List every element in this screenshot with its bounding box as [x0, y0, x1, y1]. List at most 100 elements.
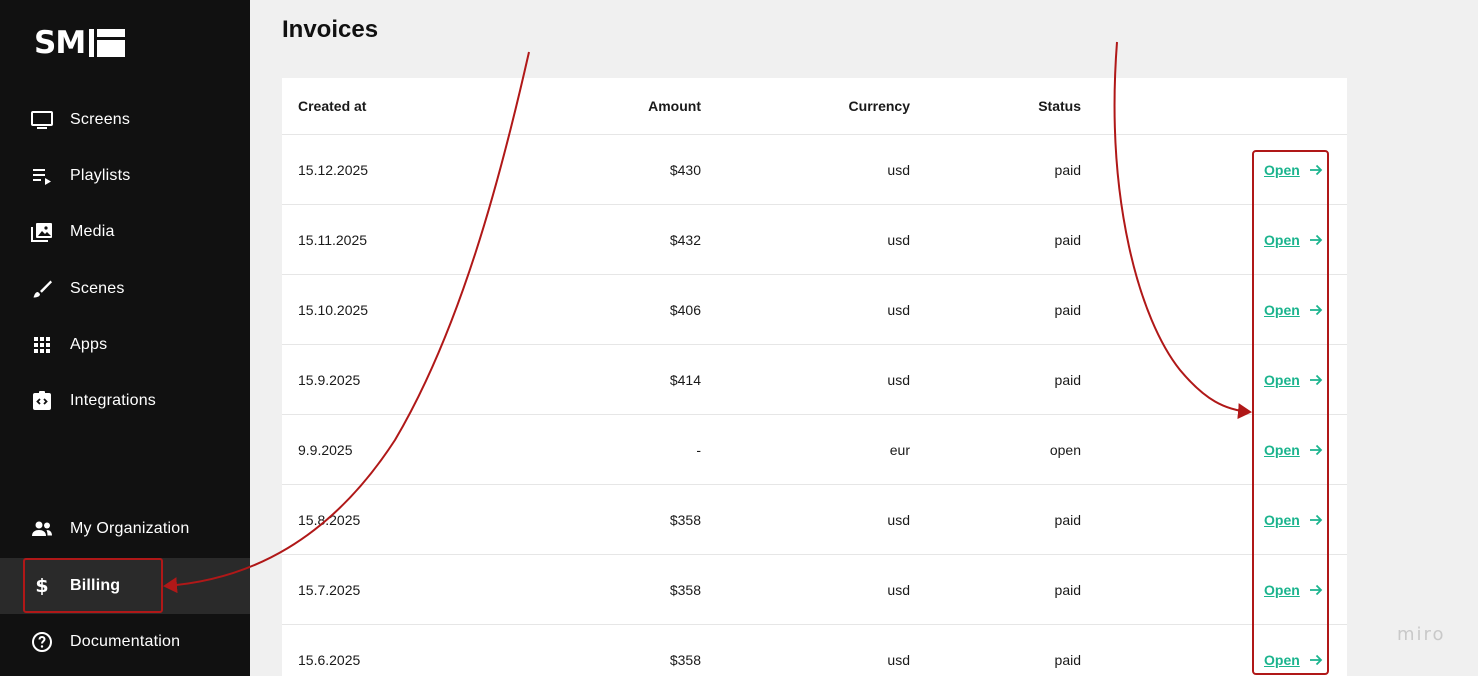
- open-invoice-link[interactable]: Open: [1264, 582, 1324, 598]
- arrow-right-icon: [1309, 514, 1323, 525]
- column-header-created-at[interactable]: Created at: [298, 98, 366, 114]
- table-row: 15.6.2025 $358 usd paid Open: [282, 625, 1347, 676]
- open-invoice-link[interactable]: Open: [1264, 302, 1324, 318]
- cell-created-at: 15.7.2025: [298, 581, 361, 598]
- sidebar-item-label: Apps: [70, 336, 108, 353]
- arrow-right-icon: [1309, 304, 1323, 315]
- cell-amount: $406: [669, 301, 701, 318]
- cell-status: open: [1049, 441, 1081, 458]
- column-header-currency[interactable]: Currency: [849, 98, 910, 114]
- arrow-right-icon: [1309, 654, 1323, 665]
- sidebar-item-apps[interactable]: Apps: [0, 317, 250, 373]
- svg-text:$: $: [35, 575, 48, 597]
- open-invoice-link[interactable]: Open: [1264, 512, 1324, 528]
- sidebar-item-label: Billing: [70, 577, 121, 594]
- cell-currency: usd: [887, 581, 910, 598]
- column-header-status[interactable]: Status: [1038, 98, 1081, 114]
- people-icon: [30, 517, 54, 541]
- sidebar-item-label: Documentation: [70, 633, 181, 650]
- cell-currency: usd: [887, 301, 910, 318]
- brush-icon: [30, 277, 54, 301]
- sidebar-item-integrations[interactable]: Integrations: [0, 373, 250, 429]
- integration-icon: [30, 389, 54, 413]
- open-invoice-link[interactable]: Open: [1264, 162, 1324, 178]
- table-header-row: Created at Amount Currency Status: [282, 78, 1347, 135]
- sidebar-item-media[interactable]: Media: [0, 204, 250, 260]
- cell-amount: $432: [669, 231, 701, 248]
- sidebar-item-label: Playlists: [70, 167, 131, 184]
- main-content: Invoices Created at Amount Currency Stat…: [250, 0, 1478, 676]
- cell-created-at: 15.6.2025: [298, 651, 361, 668]
- invoices-table: Created at Amount Currency Status 15.12.…: [282, 78, 1347, 676]
- open-invoice-link[interactable]: Open: [1264, 232, 1324, 248]
- cell-created-at: 15.8.2025: [298, 511, 361, 528]
- photo-library-icon: [30, 220, 54, 244]
- sidebar-item-documentation[interactable]: Documentation: [0, 614, 250, 670]
- cell-created-at: 15.11.2025: [298, 231, 368, 248]
- cell-status: paid: [1054, 301, 1081, 318]
- grid-apps-icon: [30, 333, 54, 357]
- cell-status: paid: [1054, 231, 1081, 248]
- logo-text: SM: [34, 25, 86, 61]
- sidebar-item-playlists[interactable]: Playlists: [0, 148, 250, 204]
- open-link-label[interactable]: Open: [1264, 512, 1300, 528]
- open-link-label[interactable]: Open: [1264, 372, 1300, 388]
- cell-currency: usd: [887, 371, 910, 388]
- cell-amount: $430: [669, 161, 701, 178]
- cell-amount: -: [696, 441, 701, 458]
- cell-amount: $358: [669, 511, 701, 528]
- open-invoice-link[interactable]: Open: [1264, 442, 1324, 458]
- sidebar-item-scenes[interactable]: Scenes: [0, 261, 250, 317]
- arrow-right-icon: [1309, 374, 1323, 385]
- table-row: 15.12.2025 $430 usd paid Open: [282, 135, 1347, 205]
- sidebar-item-label: Media: [70, 223, 115, 240]
- help-circle-icon: [30, 630, 54, 654]
- cell-status: paid: [1054, 371, 1081, 388]
- table-row: 15.8.2025 $358 usd paid Open: [282, 485, 1347, 555]
- open-link-label[interactable]: Open: [1264, 582, 1300, 598]
- cell-currency: usd: [887, 161, 910, 178]
- table-row: 9.9.2025 - eur open Open: [282, 415, 1347, 485]
- cell-status: paid: [1054, 581, 1081, 598]
- app-window: SM Screens Playlists Media Scenes Apps I…: [0, 0, 1478, 676]
- cell-amount: $358: [669, 581, 701, 598]
- cell-created-at: 9.9.2025: [298, 441, 353, 458]
- open-link-label[interactable]: Open: [1264, 232, 1300, 248]
- cell-status: paid: [1054, 651, 1081, 668]
- cell-currency: eur: [889, 441, 910, 458]
- sidebar: SM Screens Playlists Media Scenes Apps I…: [0, 0, 250, 676]
- table-row: 15.9.2025 $414 usd paid Open: [282, 345, 1347, 415]
- open-invoice-link[interactable]: Open: [1264, 372, 1324, 388]
- open-link-label[interactable]: Open: [1264, 302, 1300, 318]
- page-title: Invoices: [282, 16, 379, 43]
- open-link-label[interactable]: Open: [1264, 652, 1300, 668]
- table-row: 15.10.2025 $406 usd paid Open: [282, 275, 1347, 345]
- table-row: 15.11.2025 $432 usd paid Open: [282, 205, 1347, 275]
- arrow-right-icon: [1309, 234, 1323, 245]
- cell-amount: $414: [669, 371, 701, 388]
- brand-logo[interactable]: SM: [34, 25, 126, 61]
- open-link-label[interactable]: Open: [1264, 442, 1300, 458]
- cell-status: paid: [1054, 511, 1081, 528]
- cell-currency: usd: [887, 651, 910, 668]
- column-header-amount[interactable]: Amount: [648, 98, 701, 114]
- arrow-right-icon: [1309, 584, 1323, 595]
- cell-amount: $358: [669, 651, 701, 668]
- cell-created-at: 15.10.2025: [298, 301, 369, 318]
- monitor-icon: [30, 108, 54, 132]
- cell-currency: usd: [887, 231, 910, 248]
- arrow-right-icon: [1309, 444, 1323, 455]
- cell-created-at: 15.9.2025: [298, 371, 361, 388]
- sidebar-item-label: Scenes: [70, 280, 125, 297]
- playlist-icon: [30, 164, 54, 188]
- sidebar-item-label: Integrations: [70, 392, 157, 409]
- open-invoice-link[interactable]: Open: [1264, 652, 1324, 668]
- sidebar-item-billing[interactable]: $ Billing: [0, 558, 250, 614]
- open-link-label[interactable]: Open: [1264, 162, 1300, 178]
- sidebar-item-my-organization[interactable]: My Organization: [0, 501, 250, 557]
- logo-mark-icon: [89, 29, 126, 57]
- cell-status: paid: [1054, 161, 1081, 178]
- cell-currency: usd: [887, 511, 910, 528]
- cell-created-at: 15.12.2025: [298, 161, 369, 178]
- sidebar-item-screens[interactable]: Screens: [0, 92, 250, 148]
